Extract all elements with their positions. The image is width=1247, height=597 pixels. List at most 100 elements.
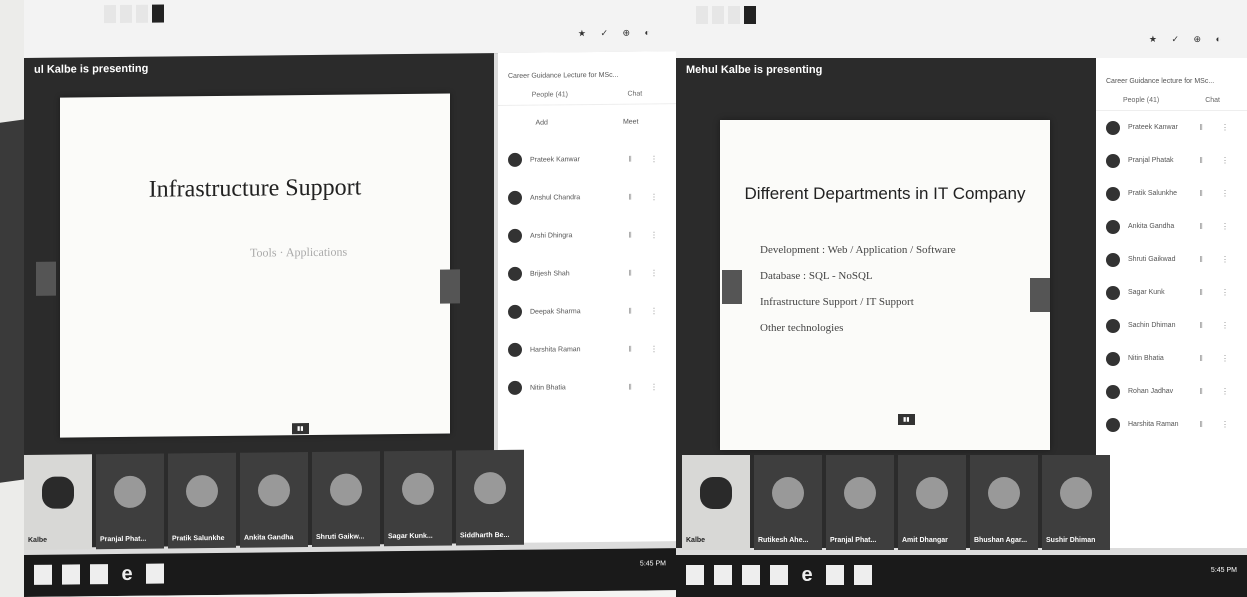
mic-icon[interactable]: ‖ ⋮ — [628, 268, 666, 277]
list-item[interactable]: Prateek Kanwar ‖ ⋮ — [1096, 111, 1247, 144]
browser-tab-active[interactable] — [744, 6, 756, 24]
photos-icon[interactable] — [770, 565, 788, 585]
edge-icon[interactable]: e — [118, 563, 136, 585]
taskbar-icons: e — [686, 565, 872, 585]
mic-icon[interactable]: ‖ ⋮ — [628, 306, 666, 315]
participant-tile[interactable]: Bhushan Agar... — [970, 455, 1038, 550]
avatar — [1106, 384, 1120, 399]
browser-toolbar: ★ ✓ ⊕ ◐ — [24, 0, 676, 60]
browser-tab[interactable] — [136, 4, 148, 23]
list-item[interactable]: Deepak Sharma ‖ ⋮ — [498, 291, 676, 331]
windows-taskbar: e 5:45 PM — [676, 555, 1247, 597]
mic-icon[interactable]: ‖ ⋮ — [1199, 420, 1237, 429]
participant-tile[interactable]: Pranjal Phat... — [826, 455, 894, 550]
person-name: Sachin Dhiman — [1128, 322, 1176, 329]
chat-tab[interactable]: Chat — [1205, 97, 1220, 104]
list-item[interactable]: Arshi Dhingra ‖ ⋮ — [498, 215, 676, 255]
mic-icon[interactable]: ‖ ⋮ — [1199, 321, 1237, 330]
avatar — [508, 380, 522, 395]
browser-tab-active[interactable] — [152, 4, 164, 23]
list-item[interactable]: Rohan Jadhav ‖ ⋮ — [1096, 375, 1247, 408]
start-icon[interactable] — [34, 564, 52, 585]
prev-slide-arrow[interactable] — [36, 261, 56, 296]
system-clock[interactable]: 5:45 PM — [1211, 567, 1237, 574]
list-item[interactable]: Harshita Raman ‖ ⋮ — [498, 329, 676, 369]
participant-tile[interactable]: Shruti Gaikw... — [312, 451, 380, 547]
participant-tile[interactable]: Sushir Dhiman — [1042, 455, 1110, 550]
calculator-icon[interactable] — [826, 565, 844, 585]
people-tab[interactable]: People (41) — [532, 91, 568, 98]
folder-icon[interactable] — [62, 564, 80, 585]
prev-slide-arrow[interactable] — [722, 270, 742, 304]
avatar — [508, 266, 522, 281]
start-icon[interactable] — [686, 565, 704, 585]
browser-tab[interactable] — [712, 6, 724, 24]
list-item[interactable]: Brijesh Shah ‖ ⋮ — [498, 253, 676, 293]
participant-face — [700, 477, 732, 509]
browser-tabs — [696, 6, 1237, 24]
list-item[interactable]: Prateek Kanwar ‖ ⋮ — [498, 139, 676, 179]
mic-icon[interactable]: ‖ ⋮ — [1199, 156, 1237, 165]
participant-tile[interactable]: Kalbe — [682, 455, 750, 550]
list-item[interactable]: Harshita Raman ‖ ⋮ — [1096, 408, 1247, 441]
mic-icon[interactable]: ‖ ⋮ — [1199, 189, 1237, 198]
system-clock[interactable]: 5:45 PM — [640, 560, 666, 567]
mic-icon[interactable]: ‖ ⋮ — [1199, 288, 1237, 297]
toolbar-icons[interactable]: ★ ✓ ⊕ ◐ — [1149, 34, 1227, 45]
next-slide-arrow[interactable] — [440, 269, 460, 304]
list-item[interactable]: Nitin Bhatia ‖ ⋮ — [1096, 342, 1247, 375]
add-people-button[interactable]: Add — [535, 120, 547, 127]
mic-icon[interactable]: ‖ ⋮ — [1199, 222, 1237, 231]
participant-tile[interactable]: Amit Dhangar — [898, 455, 966, 550]
list-item[interactable]: Sagar Kunk ‖ ⋮ — [1096, 276, 1247, 309]
participant-face — [402, 472, 434, 506]
list-item[interactable]: Anshul Chandra ‖ ⋮ — [498, 177, 676, 217]
list-item[interactable]: Pranjal Phatak ‖ ⋮ — [1096, 144, 1247, 177]
browser-tab[interactable] — [728, 6, 740, 24]
chrome-icon[interactable] — [146, 563, 164, 584]
taskbar-icons: e — [34, 563, 164, 585]
list-item[interactable]: Shruti Gaikwad ‖ ⋮ — [1096, 243, 1247, 276]
edge-icon[interactable]: e — [798, 565, 816, 585]
mic-icon[interactable]: ‖ ⋮ — [628, 382, 666, 391]
participant-tile[interactable]: Kalbe — [24, 454, 92, 550]
list-item[interactable]: Pratik Salunkhe ‖ ⋮ — [1096, 177, 1247, 210]
mic-icon[interactable]: ‖ ⋮ — [628, 154, 666, 163]
list-item[interactable]: Nitin Bhatia ‖ ⋮ — [498, 367, 676, 407]
presentation-slide: Infrastructure Support Tools · Applicati… — [60, 93, 450, 438]
mic-icon[interactable]: ‖ ⋮ — [1199, 123, 1237, 132]
browser-tab[interactable] — [104, 5, 116, 24]
toolbar-icons[interactable]: ★ ✓ ⊕ ◐ — [578, 27, 656, 39]
browser-tab[interactable] — [696, 6, 708, 24]
slide-bullet: Database : SQL - NoSQL — [760, 270, 873, 282]
chat-tab[interactable]: Chat — [627, 91, 642, 98]
participant-tile[interactable]: Ankita Gandha — [240, 452, 308, 548]
mic-icon[interactable]: ‖ ⋮ — [1199, 387, 1237, 396]
participant-name: Sushir Dhiman — [1046, 537, 1096, 544]
participant-tile[interactable]: Siddharth Be... — [456, 449, 524, 546]
mic-icon[interactable]: ‖ ⋮ — [628, 192, 666, 201]
avatar — [1106, 120, 1120, 135]
mic-icon[interactable]: ‖ ⋮ — [628, 230, 666, 239]
participant-face — [114, 475, 146, 509]
store-icon[interactable] — [90, 564, 108, 585]
browser-tab[interactable] — [120, 4, 132, 23]
folder-icon[interactable] — [714, 565, 732, 585]
participant-face — [186, 474, 218, 508]
next-slide-arrow[interactable] — [1030, 278, 1050, 312]
chrome-icon[interactable] — [854, 565, 872, 585]
mic-icon[interactable]: ‖ ⋮ — [1199, 255, 1237, 264]
store-icon[interactable] — [742, 565, 760, 585]
participant-tile[interactable]: Pranjal Phat... — [96, 453, 164, 550]
mic-icon[interactable]: ‖ ⋮ — [628, 344, 666, 353]
person-name: Pranjal Phatak — [1128, 157, 1174, 164]
participant-tile[interactable]: Rutikesh Ahe... — [754, 455, 822, 550]
mic-icon[interactable]: ‖ ⋮ — [1199, 354, 1237, 363]
meet-button[interactable]: Meet — [623, 119, 639, 126]
people-tab[interactable]: People (41) — [1123, 97, 1159, 104]
participant-tile[interactable]: Pratik Salunkhe — [168, 452, 236, 549]
list-item[interactable]: Ankita Gandha ‖ ⋮ — [1096, 210, 1247, 243]
participant-tile[interactable]: Sagar Kunk... — [384, 450, 452, 547]
list-item[interactable]: Sachin Dhiman ‖ ⋮ — [1096, 309, 1247, 342]
participant-filmstrip: Kalbe Rutikesh Ahe... Pranjal Phat... Am… — [682, 455, 1110, 550]
